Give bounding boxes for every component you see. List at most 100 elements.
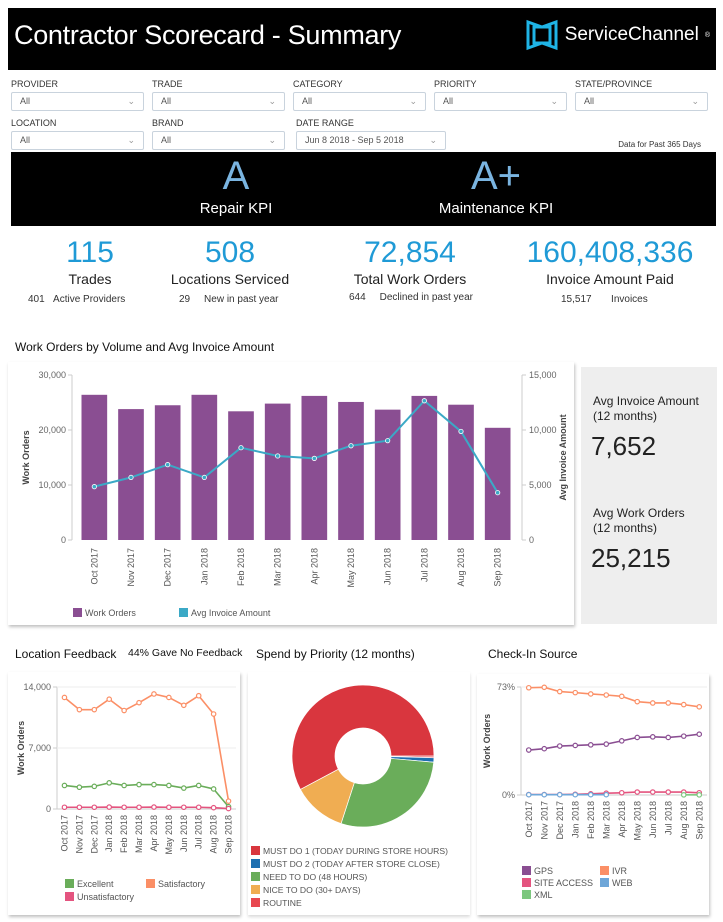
point-satisfactory xyxy=(166,694,172,701)
y-tick-label: 0 xyxy=(61,535,66,545)
chevron-down-icon: ⌄ xyxy=(127,135,135,145)
stat-value: 508 xyxy=(204,236,256,269)
point-ivr xyxy=(603,692,610,698)
maintenance-kpi: A+ Maintenance KPI xyxy=(416,152,576,218)
filter-label: BRAND xyxy=(152,118,184,128)
point-excellent xyxy=(180,785,187,791)
point-gps xyxy=(680,733,687,739)
select-value: All xyxy=(20,96,31,106)
x-tick-label: Jul 2018 xyxy=(663,801,673,835)
x-tick-label: Sep 2018 xyxy=(224,815,234,854)
point-gps xyxy=(603,741,610,747)
priority-select[interactable]: All ⌄ xyxy=(434,92,567,111)
provider-select[interactable]: All ⌄ xyxy=(11,92,144,111)
stat-locations: 508 Locations Serviced 29 New in past ye… xyxy=(165,236,295,305)
x-tick-label: Feb 2018 xyxy=(586,801,596,839)
point-satisfactory xyxy=(195,692,202,699)
trade-select[interactable]: All ⌄ xyxy=(152,92,285,111)
point-excellent xyxy=(106,780,113,786)
line-unsatisfactory xyxy=(64,806,229,810)
stat-sub: 29 New in past year xyxy=(179,294,279,305)
legend-swatch xyxy=(251,885,260,894)
stat-value: 160,408,336 xyxy=(526,236,694,269)
point-web xyxy=(603,791,610,798)
point-site-access xyxy=(634,789,641,795)
stat-sub-value: 15,517 xyxy=(561,294,592,305)
filter-priority: PRIORITY All ⌄ xyxy=(434,78,567,111)
legend-label-xml: XML xyxy=(534,890,553,900)
servicechannel-logo-icon xyxy=(526,19,558,51)
legend-swatch-excellent xyxy=(65,879,74,888)
x-tick-label: Apr 2018 xyxy=(309,548,319,585)
point-ivr xyxy=(572,689,579,696)
legend-label-excellent: Excellent xyxy=(77,879,114,889)
stat-sub-value: 29 xyxy=(179,294,191,305)
legend-label: MUST DO 1 (TODAY DURING STORE HOURS) xyxy=(263,846,448,856)
chevron-down-icon: ⌄ xyxy=(550,96,558,106)
point-unsatisfactory xyxy=(166,804,172,811)
legend-label: MUST DO 2 (TODAY AFTER STORE CLOSE) xyxy=(263,859,440,869)
x-tick-label: Oct 2017 xyxy=(89,548,99,585)
location-select[interactable]: All ⌄ xyxy=(11,131,144,150)
x-tick-label: Feb 2018 xyxy=(236,548,246,586)
filter-label: STATE/PROVINCE xyxy=(575,79,653,89)
stat-sub-label: New in past year xyxy=(204,294,279,305)
select-value: All xyxy=(584,96,595,106)
filter-state-province: STATE/PROVINCE All ⌄ xyxy=(575,78,708,111)
y2-axis-title: Avg Invoice Amount xyxy=(558,414,568,500)
legend-label: NEED TO DO (48 HOURS) xyxy=(263,872,367,882)
stat-sub-value: 644 xyxy=(349,292,366,303)
chart-title-checkin: Check-In Source xyxy=(488,647,578,661)
no-feedback-note: 44% Gave No Feedback xyxy=(128,647,243,659)
y2-tick-label: 15,000 xyxy=(529,370,557,380)
x-tick-label: Nov 2017 xyxy=(126,548,136,587)
x-tick-label: Jan 2018 xyxy=(104,815,114,852)
legend-label-satisfactory: Satisfactory xyxy=(158,879,206,889)
point-avg-invoice xyxy=(421,398,427,404)
point-gps xyxy=(525,747,532,753)
date-range-select[interactable]: Jun 8 2018 - Sep 5 2018 ⌄ xyxy=(296,131,446,150)
x-tick-label: Dec 2017 xyxy=(163,548,173,587)
point-avg-invoice xyxy=(348,443,354,449)
filter-label: PROVIDER xyxy=(11,79,59,89)
stat-sub: 401 Active Providers xyxy=(28,294,125,305)
point-gps xyxy=(618,738,625,744)
avg-wo-label: Avg Work Orders (12 months) xyxy=(593,506,685,536)
select-value: All xyxy=(161,135,172,145)
chart-title-work-orders: Work Orders by Volume and Avg Invoice Am… xyxy=(15,340,275,354)
point-avg-invoice xyxy=(275,453,281,459)
brand-name: ServiceChannel xyxy=(564,24,699,45)
x-tick-label: Jun 2018 xyxy=(648,801,658,838)
slice-need-to-do-48-hours xyxy=(340,758,435,828)
brand-select[interactable]: All ⌄ xyxy=(152,131,285,150)
x-tick-label: Jun 2018 xyxy=(179,815,189,852)
point-satisfactory xyxy=(91,706,98,713)
legend-swatch-unsatisfactory xyxy=(65,892,74,901)
x-tick-label: Oct 2017 xyxy=(524,801,534,838)
y-tick-label: 73% xyxy=(497,682,515,692)
x-tick-label: May 2018 xyxy=(632,801,642,841)
category-select[interactable]: All ⌄ xyxy=(293,92,426,111)
y2-tick-label: 10,000 xyxy=(529,425,557,435)
y2-tick-label: 5,000 xyxy=(529,480,552,490)
legend-label-ivr: IVR xyxy=(612,866,628,876)
y2-tick-label: 0 xyxy=(529,535,534,545)
state-province-select[interactable]: All ⌄ xyxy=(575,92,708,111)
x-tick-label: Jul 2018 xyxy=(194,815,204,849)
point-excellent xyxy=(166,782,172,789)
point-unsatisfactory xyxy=(225,805,232,812)
y-tick-label: 10,000 xyxy=(38,480,66,490)
point-gps xyxy=(541,745,548,752)
repair-kpi: A Repair KPI xyxy=(171,152,301,218)
filter-location: LOCATION All ⌄ xyxy=(11,117,144,150)
x-tick-label: Jul 2018 xyxy=(419,548,429,582)
kpi-name: Repair KPI xyxy=(199,200,273,217)
point-ivr xyxy=(556,688,563,695)
legend-label-gps: GPS xyxy=(534,866,553,876)
bar-work-orders xyxy=(411,395,438,540)
stat-invoice-amount: 160,408,336 Invoice Amount Paid 15,517 I… xyxy=(520,236,700,305)
bar-work-orders xyxy=(484,427,511,540)
chart-title-feedback: Location Feedback xyxy=(15,647,117,661)
point-satisfactory xyxy=(136,699,142,706)
y-axis-title: Work Orders xyxy=(482,714,492,768)
